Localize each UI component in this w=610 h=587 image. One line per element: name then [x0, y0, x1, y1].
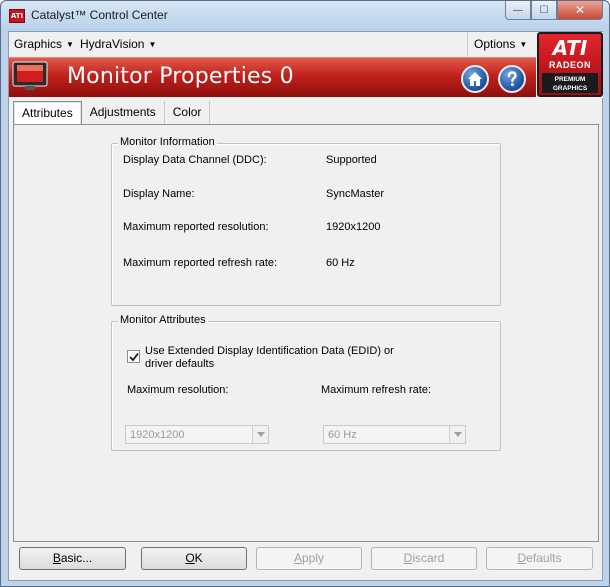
tab-adjustments[interactable]: Adjustments: [82, 101, 164, 125]
checkmark-icon: [129, 352, 139, 362]
ok-button[interactable]: OK: [141, 547, 247, 570]
menu-options-label: Options: [474, 37, 516, 51]
tab-color[interactable]: Color: [163, 101, 210, 125]
basic-mnemonic: B: [52, 551, 61, 565]
display-name-value: SyncMaster: [326, 188, 385, 200]
ati-app-icon: ATI: [9, 9, 25, 23]
defaults-button[interactable]: Defaults: [486, 547, 593, 570]
apply-button[interactable]: Apply: [256, 547, 362, 570]
window-controls: — ☐ ✕: [505, 1, 603, 21]
ddc-value: Supported: [326, 154, 377, 166]
apply-mnemonic: A: [293, 551, 302, 565]
tab-attributes[interactable]: Attributes: [13, 101, 82, 125]
edid-label-line2: driver defaults: [145, 358, 215, 370]
menu-graphics-label: Graphics: [14, 37, 63, 51]
window-title: Catalyst™ Control Center: [31, 8, 168, 22]
tab-panel-attributes: Monitor Information Display Data Channel…: [13, 124, 599, 542]
close-button[interactable]: ✕: [557, 1, 603, 20]
monitor-information-title: Monitor Information: [118, 136, 217, 148]
ok-mnemonic: O: [185, 551, 195, 565]
page-banner: Monitor Properties 0: [9, 57, 536, 97]
ddc-label: Display Data Channel (DDC):: [123, 154, 267, 166]
home-button[interactable]: [461, 65, 489, 93]
dropdown-arrow: [449, 426, 465, 443]
max-reported-refresh-value: 60 Hz: [326, 257, 355, 269]
monitor-information-group: Monitor Information Display Data Channel…: [111, 136, 501, 306]
ati-radeon-logo: ATI RADEON PREMIUM GRAPHICS: [537, 32, 603, 98]
home-icon: [468, 72, 482, 86]
discard-label: iscard: [412, 551, 445, 565]
chevron-down-icon: ▼: [148, 40, 157, 49]
ok-label: K: [194, 551, 203, 565]
monitor-icon: [12, 61, 48, 90]
minimize-button[interactable]: —: [505, 1, 531, 20]
monitor-attributes-group: Monitor Attributes Use Extended Display …: [111, 314, 501, 451]
chevron-down-icon: [257, 432, 265, 437]
chevron-down-icon: ▼: [66, 40, 74, 49]
defaults-mnemonic: D: [517, 551, 527, 565]
menu-options[interactable]: Options ▼: [467, 32, 535, 56]
defaults-label: efaults: [526, 551, 562, 565]
menu-hydravision-label: HydraVision: [80, 37, 145, 51]
chevron-down-icon: ▼: [519, 40, 528, 49]
edid-checkbox[interactable]: [127, 350, 140, 363]
logo-graphics: GRAPHICS: [552, 85, 588, 92]
menu-bar: Graphics ▼ HydraVision ▼ Options ▼: [9, 32, 536, 56]
max-refresh-label: Maximum refresh rate:: [321, 384, 432, 396]
menu-graphics[interactable]: Graphics ▼: [14, 37, 74, 51]
basic-button[interactable]: Basic...: [19, 547, 126, 570]
display-name-label: Display Name:: [123, 188, 195, 200]
logo-premium: PREMIUM: [554, 76, 586, 83]
max-resolution-value: 1920x1200: [130, 429, 185, 441]
logo-radeon: RADEON: [548, 60, 591, 70]
logo-brand: ATI: [552, 36, 588, 60]
ati-badge: ATI RADEON PREMIUM GRAPHICS: [537, 32, 603, 97]
max-resolution-select[interactable]: 1920x1200: [125, 425, 269, 444]
page-title: Monitor Properties 0: [67, 64, 294, 89]
max-refresh-value: 60 Hz: [328, 429, 357, 441]
tab-divider: [209, 101, 211, 125]
discard-button[interactable]: Discard: [371, 547, 477, 570]
edid-checkbox-label[interactable]: Use Extended Display Identification Data…: [145, 345, 394, 371]
catalyst-window: ATI Catalyst™ Control Center — ☐ ✕ Graph…: [0, 0, 610, 587]
max-resolution-label: Maximum resolution:: [127, 384, 229, 396]
max-reported-resolution-label: Maximum reported resolution:: [123, 221, 269, 233]
apply-label: pply: [302, 551, 325, 565]
edid-label-line1: Use Extended Display Identification Data…: [145, 345, 394, 357]
help-icon: [507, 71, 517, 87]
maximize-button[interactable]: ☐: [531, 1, 557, 20]
help-button[interactable]: [498, 65, 526, 93]
client-area: Graphics ▼ HydraVision ▼ Options ▼ Monitor …: [8, 31, 603, 581]
title-bar[interactable]: ATI Catalyst™ Control Center — ☐ ✕: [1, 1, 609, 31]
max-reported-resolution-value: 1920x1200: [326, 221, 381, 233]
max-refresh-select[interactable]: 60 Hz: [323, 425, 466, 444]
logo-premium-graphics: PREMIUM GRAPHICS: [542, 73, 598, 93]
basic-label: asic...: [60, 551, 93, 565]
monitor-attributes-title: Monitor Attributes: [118, 314, 208, 326]
tab-strip: Attributes Adjustments Color: [13, 101, 211, 125]
max-reported-refresh-label: Maximum reported refresh rate:: [123, 257, 278, 269]
menu-hydravision[interactable]: HydraVision ▼: [80, 37, 156, 51]
dropdown-arrow: [252, 426, 268, 443]
chevron-down-icon: [454, 432, 462, 437]
